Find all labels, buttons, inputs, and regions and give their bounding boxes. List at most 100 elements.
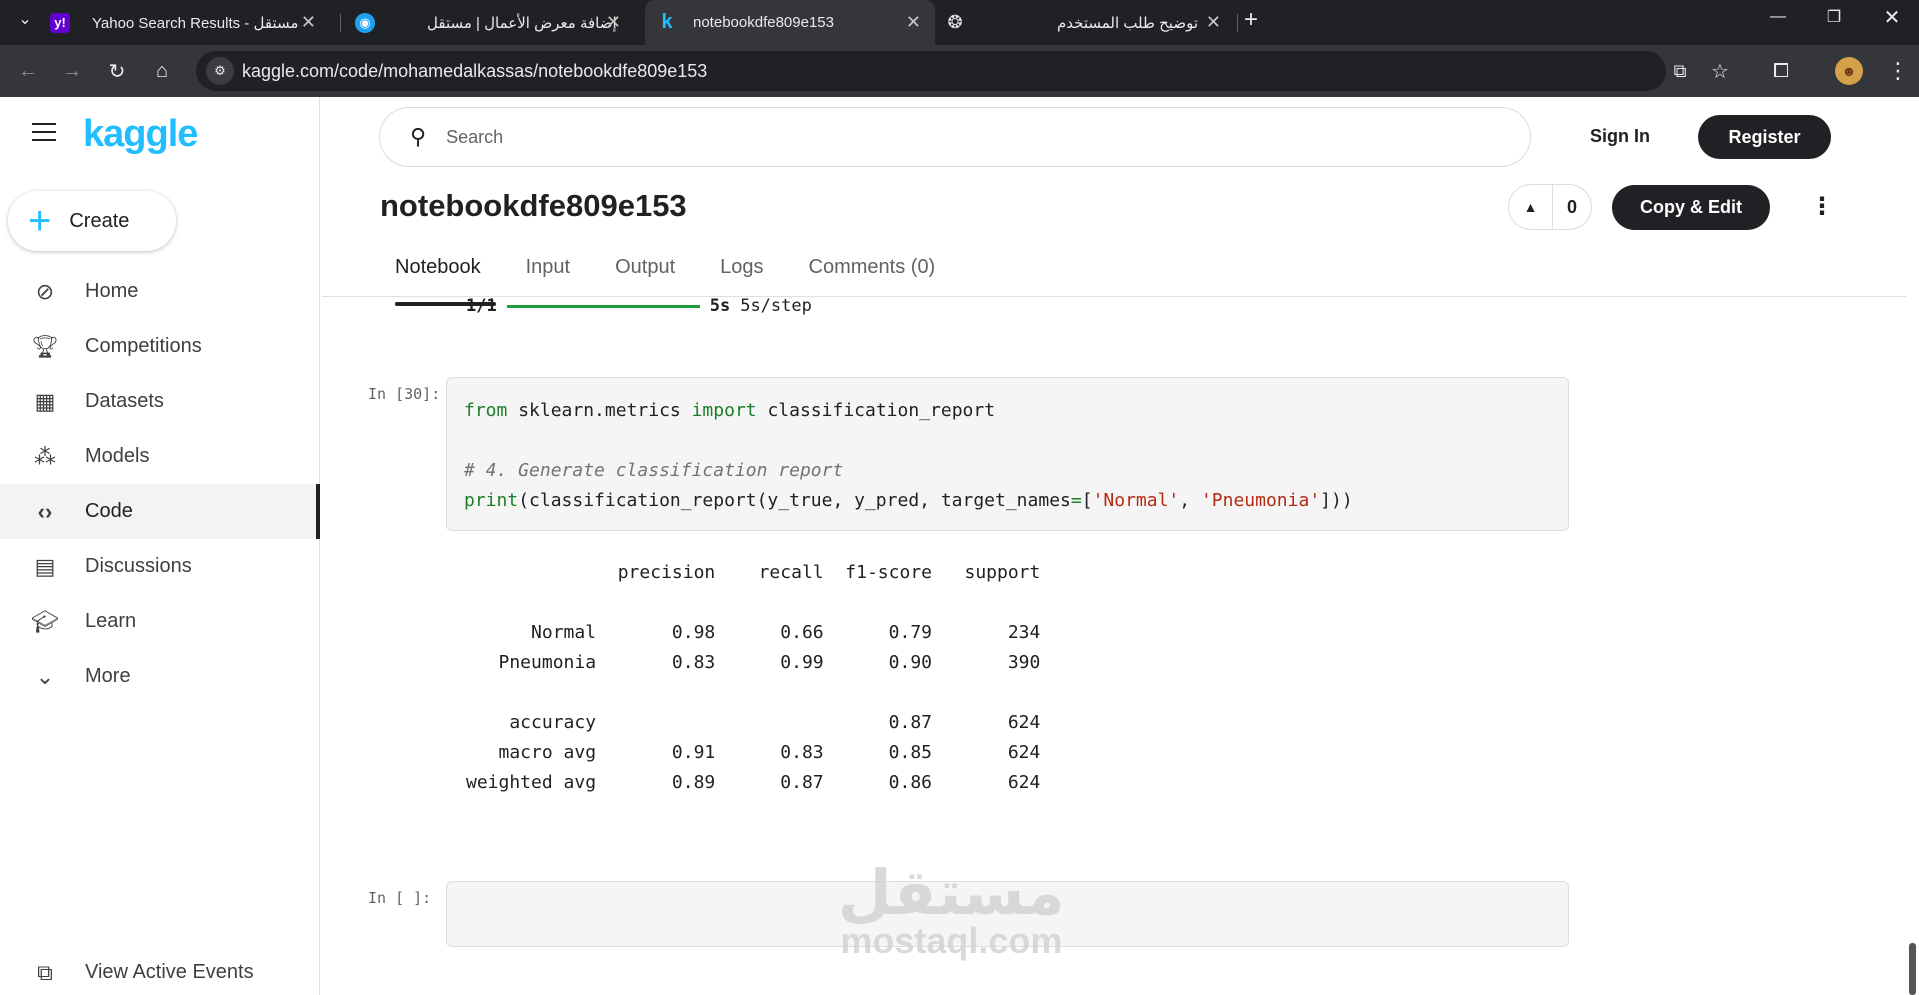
url-text[interactable]: kaggle.com/code/mohamedalkassas/notebook… <box>242 61 707 82</box>
kaggle-k-icon: k <box>661 11 673 33</box>
search-placeholder: Search <box>446 126 504 147</box>
scrollbar-thumb[interactable] <box>1909 943 1916 995</box>
profile-avatar[interactable]: ☻ <box>1835 57 1863 85</box>
sidebar-item-learn[interactable]: 🎓︎ Learn <box>0 594 320 649</box>
progress-time: 5s <box>709 296 731 316</box>
chevron-down-icon: ⌄ <box>35 663 55 689</box>
tab-notebook[interactable]: Notebook <box>380 252 496 306</box>
progress-rate: 5s/step <box>740 296 812 316</box>
close-window-icon[interactable]: ✕ <box>1862 2 1919 32</box>
browser-tab-yahoo[interactable]: y! Yahoo Search Results - مستقل ✕ <box>50 0 330 45</box>
table-icon: ▦ <box>34 388 56 414</box>
tab-search-button[interactable]: ⌄ <box>10 4 40 34</box>
yahoo-icon: y! <box>50 12 70 33</box>
tab-comments[interactable]: Comments (0) <box>809 252 951 298</box>
tab-title: توضيح طلب المستخدم <box>1057 14 1198 32</box>
sidebar-item-label: Datasets <box>85 390 164 412</box>
view-active-events-link[interactable]: ⧉ View Active Events <box>0 950 320 995</box>
close-tab-icon[interactable]: ✕ <box>1206 12 1221 33</box>
view-events-label: View Active Events <box>85 961 254 983</box>
sidebar-item-models[interactable]: ⁂ Models <box>0 429 320 484</box>
comment-icon: ▤ <box>34 553 56 579</box>
tab-title: Yahoo Search Results - مستقل <box>92 14 299 32</box>
watermark-arabic: مستقل <box>838 859 1065 928</box>
search-input[interactable]: ⚲ Search <box>379 107 1531 167</box>
progress-output: 1/1 5s 5s/step <box>466 296 812 316</box>
install-app-icon[interactable]: ⧉ <box>1666 57 1694 85</box>
close-tab-icon[interactable]: ✕ <box>606 12 621 33</box>
chatgpt-icon: ❂ <box>947 12 963 32</box>
upvote-widget: ▲ 0 <box>1508 184 1592 230</box>
extensions-icon[interactable]: ⧠ <box>1767 57 1795 85</box>
back-icon[interactable]: ← <box>14 57 42 85</box>
more-options-icon[interactable]: ⋮ <box>1810 192 1834 222</box>
tab-output[interactable]: Output <box>615 252 690 298</box>
sidebar-item-label: More <box>85 665 131 687</box>
close-tab-icon[interactable]: ✕ <box>906 12 921 33</box>
new-tab-icon[interactable]: + <box>1244 6 1258 34</box>
sidebar-item-discussions[interactable]: ▤ Discussions <box>0 539 320 594</box>
sidebar-item-home[interactable]: ⊘ Home <box>0 264 320 319</box>
watermark-latin: mostaql.com <box>840 920 1063 961</box>
sidebar-item-label: Learn <box>85 610 137 632</box>
plus-icon: + <box>28 199 52 243</box>
trophy-icon: 🏆︎ <box>31 333 59 359</box>
browser-tab-mostaql[interactable]: ◉ إضافة معرض الأعمال | مستقل ✕ <box>355 0 635 45</box>
school-icon: 🎓︎ <box>31 608 59 634</box>
close-tab-icon[interactable]: ✕ <box>301 12 316 33</box>
sidebar-item-label: Home <box>85 280 139 302</box>
tab-input[interactable]: Input <box>526 252 585 298</box>
kaggle-logo[interactable]: kaggle <box>83 113 198 156</box>
tab-separator <box>340 14 341 32</box>
sidebar-item-more[interactable]: ⌄ More <box>0 649 320 704</box>
search-icon: ⚲ <box>410 124 427 149</box>
upvote-arrow-icon[interactable]: ▲ <box>1509 184 1553 230</box>
browser-menu-icon[interactable]: ⋮ <box>1884 57 1912 85</box>
sidebar-item-code[interactable]: ‹› Code <box>0 484 320 539</box>
browser-toolbar: ← → ↻ ⌂ ⚙ kaggle.com/code/mohamedalkassa… <box>0 45 1919 97</box>
forward-icon[interactable]: → <box>58 57 86 85</box>
register-button[interactable]: Register <box>1698 115 1831 159</box>
copy-edit-button[interactable]: Copy & Edit <box>1612 185 1770 230</box>
vote-count: 0 <box>1566 196 1577 217</box>
cell-output-text: precision recall f1-score support Normal… <box>466 562 1041 793</box>
sidebar-item-datasets[interactable]: ▦ Datasets <box>0 374 320 429</box>
mostaql-icon: ◉ <box>355 12 375 33</box>
sidebar-item-label: Discussions <box>85 555 192 577</box>
cell-prompt: In [30]: <box>368 385 441 403</box>
bookmark-star-icon[interactable]: ☆ <box>1706 57 1734 85</box>
sidebar-item-label: Competitions <box>85 335 202 357</box>
notebook-tabs: Notebook Input Output Logs Comments (0) <box>380 252 980 306</box>
create-button[interactable]: + Create <box>8 191 176 251</box>
site-info-icon[interactable]: ⚙ <box>206 57 234 85</box>
tab-title: notebookdfe809e153 <box>693 14 834 31</box>
compass-icon: ⊘ <box>35 278 55 304</box>
progress-steps: 1/1 <box>466 296 497 316</box>
hamburger-menu-icon[interactable] <box>32 123 56 141</box>
events-icon: ⧉ <box>37 959 53 985</box>
tab-separator <box>1237 14 1238 32</box>
sign-in-link[interactable]: Sign In <box>1590 126 1650 147</box>
create-label: Create <box>69 209 130 232</box>
models-icon: ⁂ <box>34 443 56 469</box>
restore-icon[interactable]: ❐ <box>1804 2 1864 32</box>
browser-tab-chatgpt[interactable]: ❂ توضيح طلب المستخدم ✕ <box>945 0 1235 45</box>
sidebar-item-label: Code <box>85 500 133 522</box>
sidebar: kaggle + Create ⊘ Home 🏆︎ Competitions ▦… <box>0 97 320 995</box>
browser-tab-kaggle[interactable]: k notebookdfe809e153 ✕ <box>645 0 935 45</box>
mostaql-watermark: مستقل mostaql.com <box>838 862 1065 960</box>
sidebar-item-competitions[interactable]: 🏆︎ Competitions <box>0 319 320 374</box>
code-cell[interactable]: from sklearn.metrics import classificati… <box>446 377 1569 531</box>
tab-title: إضافة معرض الأعمال | مستقل <box>427 14 617 32</box>
reload-icon[interactable]: ↻ <box>103 57 131 85</box>
sidebar-item-label: Models <box>85 445 150 467</box>
page-title: notebookdfe809e153 <box>380 188 687 223</box>
tab-logs[interactable]: Logs <box>720 252 778 298</box>
browser-tab-bar: ⌄ y! Yahoo Search Results - مستقل ✕ ◉ إض… <box>0 0 1919 45</box>
home-icon[interactable]: ⌂ <box>148 57 176 85</box>
code-icon: ‹› <box>37 498 53 524</box>
minimize-icon[interactable]: — <box>1748 2 1808 32</box>
code-editor[interactable]: from sklearn.metrics import classificati… <box>447 378 1568 534</box>
address-bar[interactable]: ⚙ kaggle.com/code/mohamedalkassas/notebo… <box>196 51 1729 91</box>
progress-bar <box>506 304 700 308</box>
